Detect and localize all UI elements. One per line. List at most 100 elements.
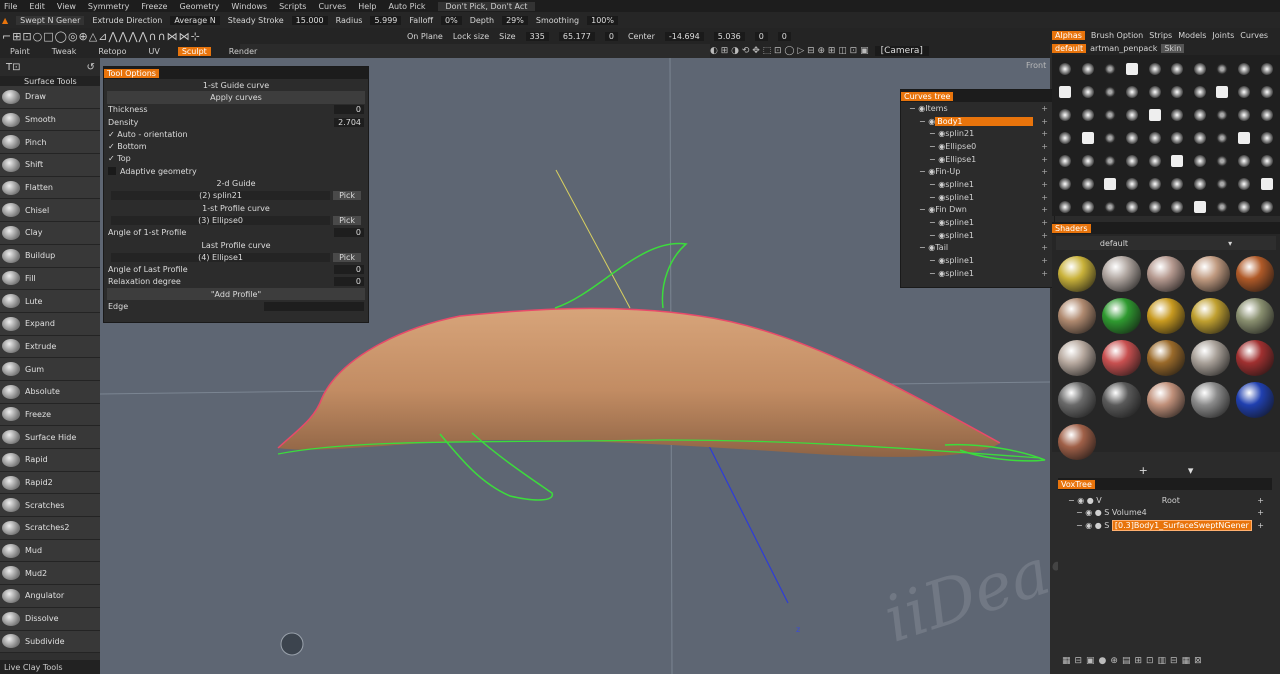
tab-uv[interactable]: UV bbox=[144, 47, 163, 56]
shader-sphere[interactable] bbox=[1058, 298, 1097, 334]
add-icon[interactable]: + bbox=[1041, 269, 1048, 278]
shader-sphere[interactable] bbox=[1191, 340, 1230, 376]
alpha-swatch[interactable] bbox=[1144, 126, 1166, 149]
angle1-value[interactable]: 0 bbox=[334, 228, 364, 238]
eye-icon[interactable]: − ◉ bbox=[929, 256, 945, 265]
on-plane-toggle[interactable]: On Plane bbox=[407, 32, 443, 41]
size-z[interactable]: 0 bbox=[604, 31, 618, 41]
extrude-select[interactable]: Average N bbox=[170, 15, 220, 25]
tool-options-header[interactable]: Tool Options bbox=[104, 67, 368, 79]
alpha-swatch[interactable] bbox=[1054, 195, 1076, 218]
center-x[interactable]: -14.694 bbox=[664, 31, 704, 41]
voxtree-toolbar-icons[interactable]: ▦⊟▣●⊕▤⊞⊡▥⊟▦⊠ bbox=[1062, 656, 1222, 668]
surface-tools-header[interactable]: Surface Tools bbox=[0, 76, 100, 86]
preset-skin[interactable]: Skin bbox=[1161, 44, 1185, 53]
alpha-swatch[interactable] bbox=[1054, 80, 1076, 103]
angle-last-value[interactable]: 0 bbox=[334, 265, 364, 275]
tool-freeze[interactable]: Freeze bbox=[0, 403, 100, 427]
shader-sphere[interactable] bbox=[1235, 340, 1274, 376]
curve-node[interactable]: − ◉ Items + bbox=[901, 102, 1054, 115]
alpha-swatch[interactable] bbox=[1121, 126, 1143, 149]
add-icon[interactable]: + bbox=[1041, 167, 1048, 176]
alpha-swatch[interactable] bbox=[1121, 57, 1143, 80]
relaxation-value[interactable]: 0 bbox=[334, 277, 364, 287]
tab-sculpt[interactable]: Sculpt bbox=[177, 46, 211, 56]
tool-mud2[interactable]: Mud2 bbox=[0, 562, 100, 586]
eye-icon[interactable]: − ◉ bbox=[929, 129, 945, 138]
center-a[interactable]: 0 bbox=[777, 31, 791, 41]
alpha-swatch[interactable] bbox=[1166, 195, 1188, 218]
eye-icon[interactable]: − ◉ bbox=[919, 167, 935, 176]
voxtree-root[interactable]: − ◉ ● V Root + bbox=[1058, 494, 1272, 507]
add-icon[interactable]: + bbox=[1041, 243, 1048, 252]
eye-icon[interactable]: − ◉ ● V bbox=[1068, 496, 1102, 505]
tool-rapid[interactable]: Rapid bbox=[0, 449, 100, 472]
tab-tweak[interactable]: Tweak bbox=[48, 47, 81, 56]
add-icon[interactable]: + bbox=[1041, 129, 1048, 138]
menu-edit[interactable]: Edit bbox=[29, 2, 45, 11]
add-icon[interactable]: + bbox=[1041, 205, 1048, 214]
tab-alphas[interactable]: Alphas bbox=[1052, 30, 1085, 40]
top-checkbox[interactable]: ✓ Top bbox=[104, 153, 368, 165]
alpha-swatch[interactable] bbox=[1121, 80, 1143, 103]
thickness-value[interactable]: 0 bbox=[334, 105, 364, 115]
falloff-value[interactable]: 0% bbox=[441, 15, 462, 25]
shader-sphere[interactable] bbox=[1146, 256, 1186, 292]
alpha-swatch[interactable] bbox=[1166, 149, 1188, 172]
shader-sphere[interactable] bbox=[1102, 298, 1141, 334]
add-icon[interactable]: + bbox=[1041, 180, 1048, 189]
shader-sphere[interactable] bbox=[1146, 382, 1186, 418]
tool-rapid2[interactable]: Rapid2 bbox=[0, 471, 100, 495]
shader-sphere[interactable] bbox=[1058, 382, 1097, 418]
curve-node[interactable]: − ◉ Fin Dwn + bbox=[901, 204, 1054, 217]
tool-expand[interactable]: Expand bbox=[0, 312, 100, 336]
curve-node[interactable]: − ◉ Fin-Up + bbox=[901, 165, 1054, 178]
angle-last-row[interactable]: Angle of Last Profile 0 bbox=[104, 263, 368, 275]
alpha-swatch[interactable] bbox=[1099, 172, 1121, 195]
alpha-swatch[interactable] bbox=[1256, 80, 1278, 103]
eye-icon[interactable]: − ◉ bbox=[909, 104, 925, 113]
tab-joints[interactable]: Joints bbox=[1212, 31, 1234, 40]
add-icon[interactable]: + bbox=[1041, 117, 1048, 126]
add-icon[interactable]: + bbox=[1041, 231, 1048, 240]
menu-symmetry[interactable]: Symmetry bbox=[88, 2, 129, 11]
tool-mud[interactable]: Mud bbox=[0, 539, 100, 563]
add-icon[interactable]: + bbox=[1257, 496, 1264, 505]
curve-node[interactable]: − ◉ spline1 + bbox=[901, 229, 1054, 242]
alpha-swatch[interactable] bbox=[1211, 126, 1233, 149]
alpha-swatch[interactable] bbox=[1076, 126, 1098, 149]
curve-node[interactable]: − ◉ spline1 + bbox=[901, 254, 1054, 267]
auto-orientation-checkbox[interactable]: ✓ Auto - orientation bbox=[104, 128, 368, 140]
alpha-swatch[interactable] bbox=[1211, 57, 1233, 80]
eye-icon[interactable]: − ◉ ● S bbox=[1076, 508, 1112, 517]
add-icon[interactable]: + bbox=[1041, 218, 1048, 227]
pick-mode-select[interactable]: Don't Pick, Don't Act bbox=[437, 1, 536, 11]
tool-clay[interactable]: Clay bbox=[0, 222, 100, 245]
tool-gum[interactable]: Gum bbox=[0, 358, 100, 381]
alpha-swatch[interactable] bbox=[1054, 172, 1076, 195]
shader-sphere[interactable] bbox=[1058, 256, 1097, 292]
curve-node[interactable]: − ◉ spline1 + bbox=[901, 191, 1054, 204]
add-icon[interactable]: + bbox=[1041, 193, 1048, 202]
alpha-swatch[interactable] bbox=[1144, 57, 1166, 80]
eye-icon[interactable]: − ◉ bbox=[919, 117, 935, 126]
menu-file[interactable]: File bbox=[4, 2, 17, 11]
shader-sphere[interactable] bbox=[1102, 340, 1141, 376]
alpha-swatch[interactable] bbox=[1121, 195, 1143, 218]
alpha-swatch[interactable] bbox=[1121, 149, 1143, 172]
alpha-swatch[interactable] bbox=[1076, 172, 1098, 195]
alpha-swatch[interactable] bbox=[1256, 195, 1278, 218]
alpha-swatch[interactable] bbox=[1099, 80, 1121, 103]
alpha-swatch[interactable] bbox=[1166, 80, 1188, 103]
shaders-header[interactable]: Shaders bbox=[1052, 222, 1280, 234]
alpha-swatch[interactable] bbox=[1211, 172, 1233, 195]
alpha-swatch[interactable] bbox=[1144, 195, 1166, 218]
alpha-swatch[interactable] bbox=[1144, 172, 1166, 195]
alpha-swatch[interactable] bbox=[1256, 103, 1278, 126]
alpha-swatch[interactable] bbox=[1188, 80, 1210, 103]
last-profile-pick-button[interactable]: Pick bbox=[333, 252, 361, 262]
alpha-swatch[interactable] bbox=[1233, 80, 1255, 103]
alpha-swatch[interactable] bbox=[1099, 195, 1121, 218]
voxtree-volume[interactable]: − ◉ ● S Volume4 + bbox=[1058, 507, 1272, 520]
eye-icon[interactable]: − ◉ bbox=[929, 142, 945, 151]
